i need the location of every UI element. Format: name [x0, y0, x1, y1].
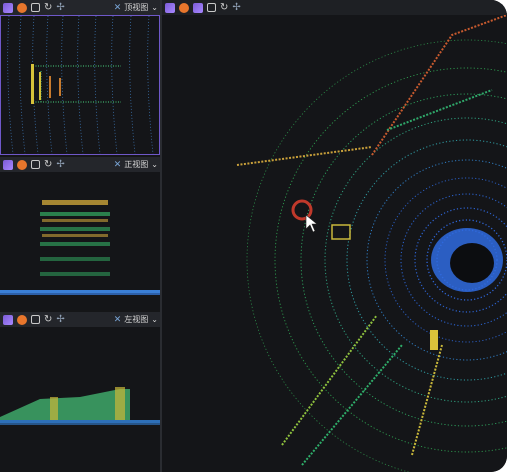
mouse-cursor-icon: [305, 214, 318, 233]
view-select[interactable]: ✕ 顶视图 ⌄: [114, 2, 158, 13]
orange-sphere-icon[interactable]: [17, 2, 27, 13]
refresh-icon[interactable]: ↻: [44, 2, 52, 13]
box-select-icon[interactable]: [31, 160, 40, 169]
view-select-label: 顶视图: [124, 3, 149, 12]
axis-icon: ✕: [113, 159, 122, 170]
chevron-down-icon: ⌄: [151, 315, 158, 324]
axis-icon: ✕: [113, 314, 122, 325]
refresh-icon[interactable]: ↻: [220, 2, 228, 13]
axis-icon: ✕: [113, 2, 122, 13]
top-view-canvas[interactable]: [0, 15, 160, 155]
axis-icon[interactable]: ✢: [56, 314, 64, 325]
axis-icon[interactable]: ✢: [56, 2, 64, 13]
purple-cube-icon[interactable]: [3, 2, 13, 13]
orange-sphere-icon[interactable]: [179, 2, 189, 13]
box-select-icon[interactable]: [31, 3, 40, 12]
top-view-toolbar: ↻ ✢ ✕ 顶视图 ⌄: [0, 0, 160, 15]
purple-cube-icon[interactable]: [3, 159, 13, 170]
box-select-icon[interactable]: [207, 3, 216, 12]
point-cloud-canvas[interactable]: [162, 15, 507, 472]
left-view-canvas[interactable]: [0, 327, 160, 472]
view-select-label: 左视图: [124, 315, 149, 324]
view-select-label: 正视图: [124, 160, 149, 169]
top-view-panel[interactable]: ↻ ✢ ✕ 顶视图 ⌄: [0, 0, 160, 155]
view-select[interactable]: ✕ 左视图 ⌄: [114, 314, 158, 325]
app-window: ↻ ✢ ✕ 顶视图 ⌄ ↻ ✢ ✕ 正视图 ⌄ ↻ ✢ ✕ 左视图 ⌄ ↻ ✢: [0, 0, 507, 472]
left-view-panel[interactable]: ↻ ✢ ✕ 左视图 ⌄: [0, 312, 160, 472]
main-view-toolbar: ↻ ✢: [162, 0, 507, 15]
refresh-icon[interactable]: ↻: [44, 314, 52, 325]
chevron-down-icon: ⌄: [151, 3, 158, 12]
left-view-toolbar: ↻ ✢ ✕ 左视图 ⌄: [0, 312, 160, 327]
purple-cube-icon[interactable]: [165, 2, 175, 13]
view-select[interactable]: ✕ 正视图 ⌄: [114, 159, 158, 170]
refresh-icon[interactable]: ↻: [44, 159, 52, 170]
front-view-canvas[interactable]: [0, 172, 160, 310]
axis-icon[interactable]: ✢: [232, 2, 240, 13]
purple-cube-icon[interactable]: [193, 2, 203, 13]
main-3d-view-panel[interactable]: ↻ ✢: [162, 0, 507, 472]
orange-sphere-icon[interactable]: [17, 159, 27, 170]
box-select-icon[interactable]: [31, 315, 40, 324]
purple-cube-icon[interactable]: [3, 314, 13, 325]
axis-icon[interactable]: ✢: [56, 159, 64, 170]
orange-sphere-icon[interactable]: [17, 314, 27, 325]
front-view-toolbar: ↻ ✢ ✕ 正视图 ⌄: [0, 157, 160, 172]
front-view-panel[interactable]: ↻ ✢ ✕ 正视图 ⌄: [0, 157, 160, 310]
chevron-down-icon: ⌄: [151, 160, 158, 169]
